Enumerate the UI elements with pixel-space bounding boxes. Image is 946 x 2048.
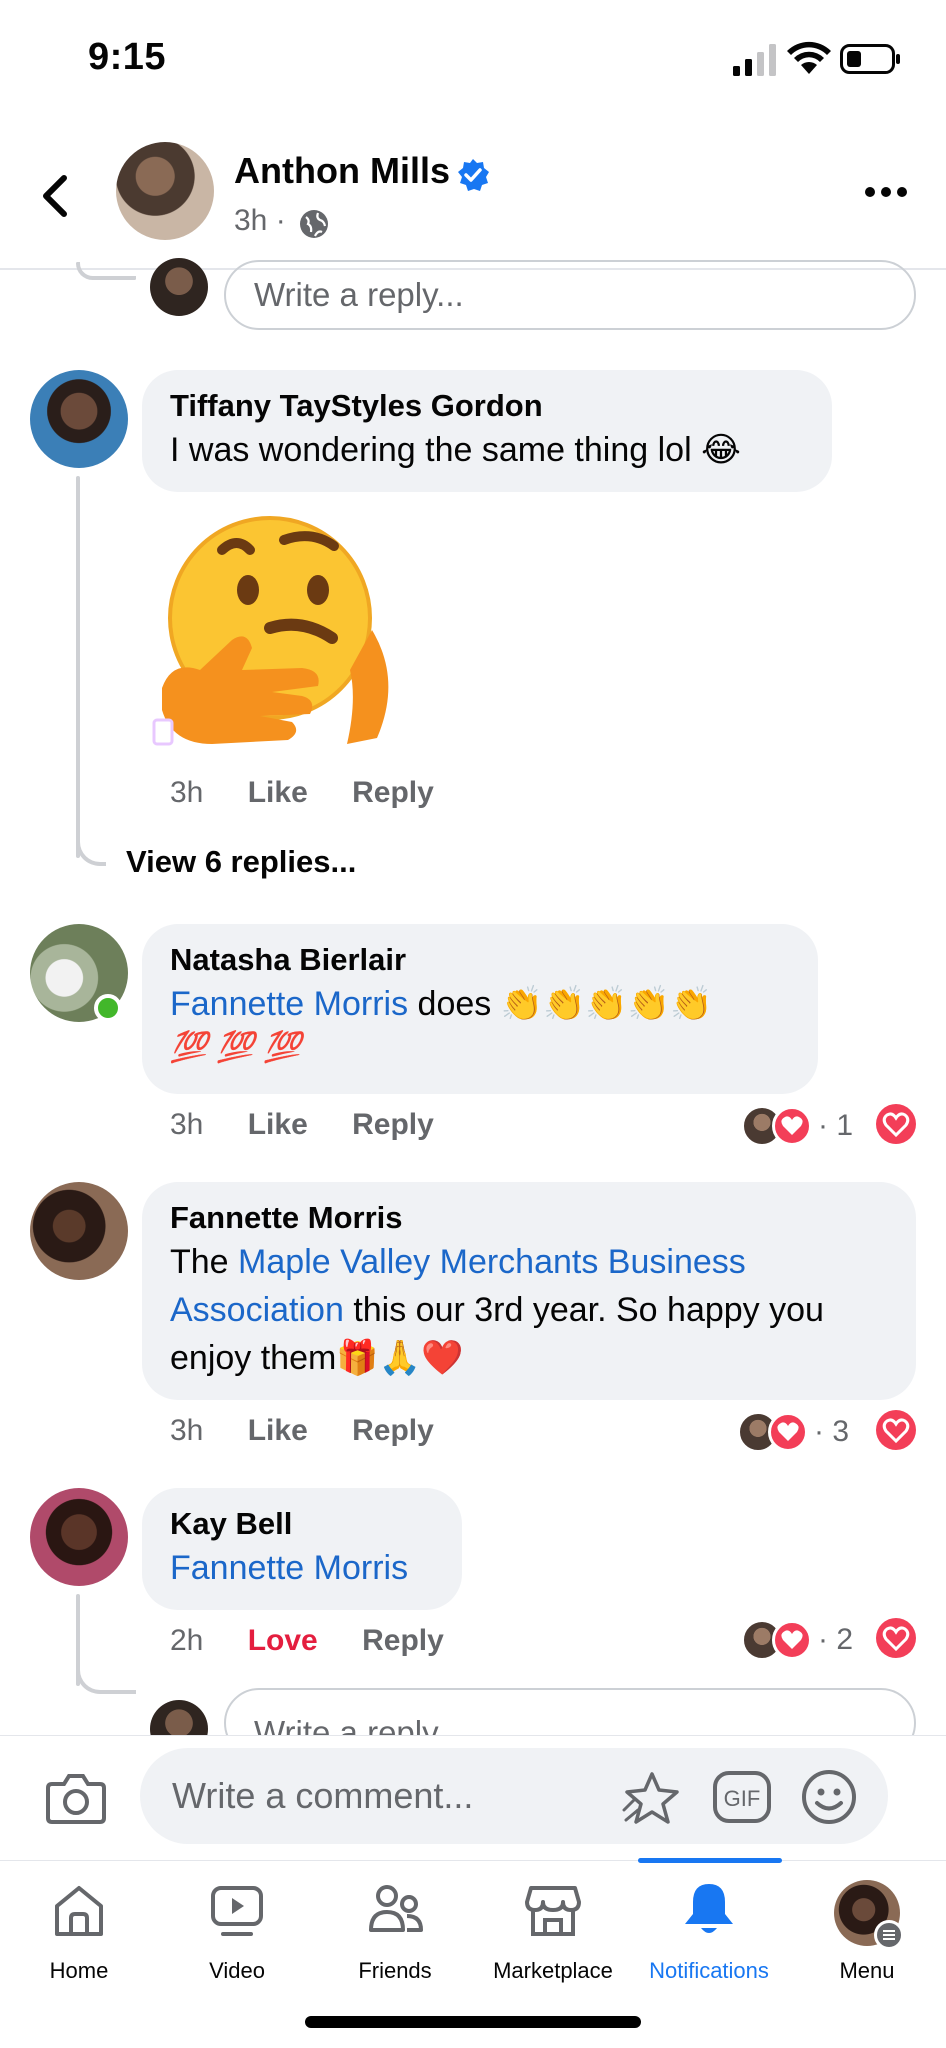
nav-menu[interactable]: Menu xyxy=(788,1880,946,1990)
battery-icon xyxy=(840,44,900,74)
like-button[interactable]: Like xyxy=(248,1414,308,1447)
online-status-indicator xyxy=(94,994,122,1022)
emoji-icon[interactable] xyxy=(800,1768,858,1826)
bell-icon xyxy=(685,1884,733,1933)
comment-body: does xyxy=(408,985,501,1023)
commenter-avatar[interactable] xyxy=(30,1182,128,1280)
author-name[interactable]: Anthon Mills xyxy=(234,150,450,192)
marketplace-icon xyxy=(525,1886,581,1936)
reaction-summary[interactable]: · 2 xyxy=(742,1618,853,1662)
reply-button[interactable]: Reply xyxy=(352,1108,434,1141)
nav-label: Menu xyxy=(839,1958,895,1983)
nav-label: Friends xyxy=(358,1958,432,1983)
commenter-name[interactable]: Tiffany TayStyles Gordon xyxy=(170,386,804,426)
comment-actions: 3h Like Reply xyxy=(170,1414,470,1448)
reaction-count: · 2 xyxy=(818,1623,854,1656)
friends-icon xyxy=(369,1885,423,1932)
comment-text: The Maple Valley Merchants Business Asso… xyxy=(170,1238,888,1382)
love-react-button-icon[interactable] xyxy=(874,1102,918,1146)
svg-text:GIF: GIF xyxy=(724,1786,761,1811)
reaction-count: · 3 xyxy=(814,1415,850,1448)
commenter-avatar[interactable] xyxy=(30,1488,128,1586)
nav-label: Notifications xyxy=(649,1958,769,1983)
reply-input-top[interactable]: Write a reply... xyxy=(224,260,916,330)
thinking-face-sticker[interactable] xyxy=(152,500,402,754)
nav-friends[interactable]: Friends xyxy=(316,1880,474,1990)
nav-label: Home xyxy=(49,1958,109,1983)
comment-text: I was wondering the same thing lol 😂 xyxy=(170,426,804,474)
thread-connector xyxy=(76,1666,136,1694)
thread-connector xyxy=(76,262,136,280)
comment-bubble[interactable]: Kay Bell Fannette Morris xyxy=(142,1488,462,1610)
reply-button[interactable]: Reply xyxy=(362,1624,444,1657)
author-avatar[interactable] xyxy=(116,142,214,240)
love-reaction-icon xyxy=(772,1620,812,1660)
reaction-summary[interactable]: · 3 xyxy=(738,1410,849,1454)
video-icon xyxy=(211,1886,263,1936)
comment-body: The xyxy=(170,1243,239,1281)
comment-time: 3h xyxy=(170,1414,204,1447)
commenter-name[interactable]: Fannette Morris xyxy=(170,1198,888,1238)
comment-time: 3h xyxy=(170,776,204,809)
cellular-signal-icon xyxy=(733,44,776,76)
commenter-avatar[interactable] xyxy=(30,370,128,468)
nav-notifications[interactable]: Notifications xyxy=(630,1880,788,1990)
commenter-name[interactable]: Natasha Bierlair xyxy=(170,940,790,980)
comment-input[interactable]: Write a comment... xyxy=(140,1748,888,1844)
comment-actions: 3h Like Reply xyxy=(170,776,470,810)
reply-button[interactable]: Reply xyxy=(352,776,434,809)
comment-emoji: 😂 xyxy=(701,430,741,470)
commenter-name[interactable]: Kay Bell xyxy=(170,1504,434,1544)
menu-lines-icon xyxy=(874,1920,904,1950)
active-tab-indicator xyxy=(638,1858,782,1863)
comment-time: 3h xyxy=(170,1108,204,1141)
wifi-icon xyxy=(787,41,831,74)
like-button[interactable]: Like xyxy=(248,1108,308,1141)
post-time: 3h · xyxy=(234,204,286,237)
thread-line xyxy=(76,476,80,858)
like-button[interactable]: Like xyxy=(248,776,308,809)
comment-time: 2h xyxy=(170,1624,204,1657)
nav-label: Marketplace xyxy=(493,1958,613,1983)
comment-actions: 2h Love Reply xyxy=(170,1624,480,1658)
mention-link[interactable]: Fannette Morris xyxy=(170,1544,434,1592)
gif-icon[interactable]: GIF xyxy=(712,1770,772,1824)
love-react-button-icon[interactable] xyxy=(874,1408,918,1452)
reaction-summary[interactable]: · 1 xyxy=(742,1104,853,1148)
view-replies-link[interactable]: View 6 replies... xyxy=(126,844,356,880)
verified-badge-icon xyxy=(458,159,489,191)
profile-avatar xyxy=(834,1880,904,1950)
clapping-emoji: 👏👏👏👏👏 xyxy=(500,984,713,1024)
status-time: 9:15 xyxy=(88,36,167,78)
hundred-emoji: 💯 💯 💯 xyxy=(170,1030,302,1065)
reaction-count: · 1 xyxy=(818,1109,854,1142)
comment-bubble[interactable]: Tiffany TayStyles Gordon I was wondering… xyxy=(142,370,832,492)
mention-link[interactable]: Fannette Morris xyxy=(170,985,408,1023)
love-react-button-icon[interactable] xyxy=(874,1616,918,1660)
nav-label: Video xyxy=(209,1958,265,1983)
comment-emoji: 🎁🙏❤️ xyxy=(336,1338,464,1378)
home-indicator xyxy=(305,2016,641,2028)
nav-marketplace[interactable]: Marketplace xyxy=(474,1880,632,1990)
camera-icon[interactable] xyxy=(44,1768,108,1828)
love-reaction-icon xyxy=(768,1412,808,1452)
reply-button[interactable]: Reply xyxy=(352,1414,434,1447)
nav-video[interactable]: Video xyxy=(158,1880,316,1990)
comment-text: Fannette Morris does 👏👏👏👏👏 xyxy=(170,980,790,1028)
back-button[interactable] xyxy=(30,170,82,222)
public-globe-icon xyxy=(300,210,328,238)
current-user-avatar xyxy=(150,258,208,316)
more-options-button[interactable] xyxy=(862,170,910,214)
comment-actions: 3h Like Reply xyxy=(170,1108,470,1142)
love-reaction-icon xyxy=(772,1106,812,1146)
comment-bubble[interactable]: Natasha Bierlair Fannette Morris does 👏👏… xyxy=(142,924,818,1094)
comment-body: I was wondering the same thing lol xyxy=(170,431,692,469)
nav-home[interactable]: Home xyxy=(0,1880,158,1990)
thread-connector xyxy=(76,836,106,866)
comment-bubble[interactable]: Fannette Morris The Maple Valley Merchan… xyxy=(142,1182,916,1400)
home-icon xyxy=(55,1886,103,1936)
avatar-sticker-icon[interactable] xyxy=(622,1770,682,1826)
love-button[interactable]: Love xyxy=(248,1624,318,1657)
